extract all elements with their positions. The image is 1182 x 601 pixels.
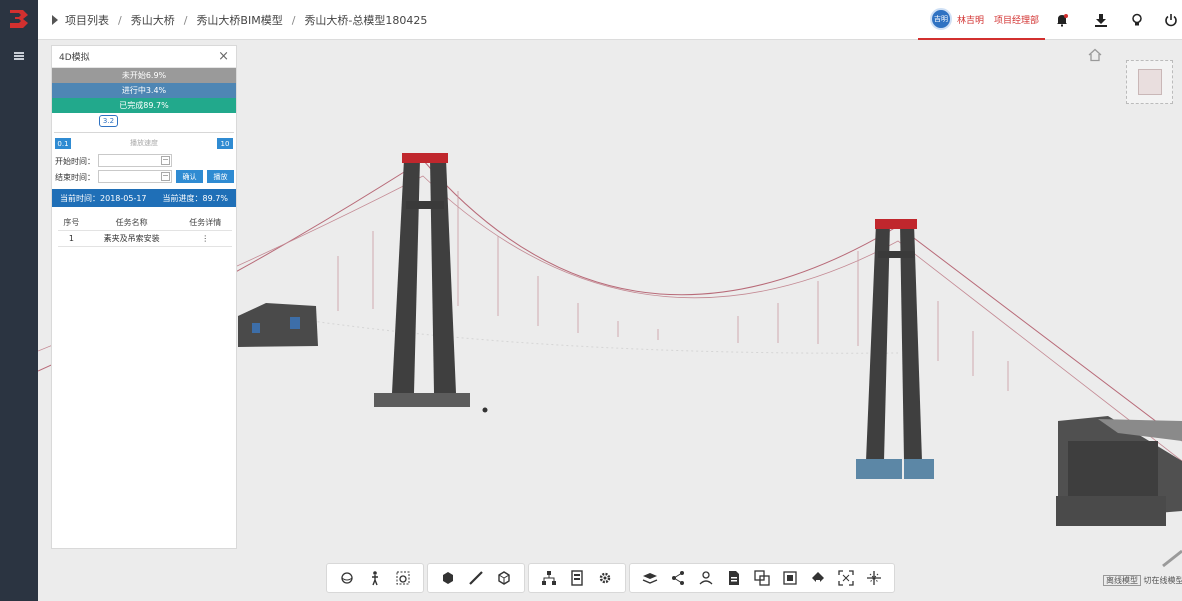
user-role: 项目经理部: [994, 15, 1040, 26]
app-logo[interactable]: [5, 6, 33, 32]
start-time-input[interactable]: [98, 154, 172, 167]
breadcrumb-item-current-model: 秀山大桥-总模型180425: [304, 14, 428, 27]
status-in-progress: 进行中3.4%: [52, 83, 236, 98]
top-bar: 项目列表 / 秀山大桥 / 秀山大桥BIM模型 / 秀山大桥-总模型180425…: [38, 0, 1182, 40]
model-point: [482, 407, 488, 413]
caret-right-icon: [52, 15, 58, 25]
current-progress: 当前进度：89.7%: [162, 193, 228, 203]
slider-handle[interactable]: 3.2: [99, 115, 118, 127]
orbit-icon[interactable]: [337, 568, 357, 588]
breadcrumb-separator: /: [183, 13, 188, 27]
compare-icon[interactable]: [752, 568, 772, 588]
fit-icon[interactable]: [836, 568, 856, 588]
timeline-slider[interactable]: 3.2: [52, 113, 236, 137]
play-button[interactable]: 播放: [207, 170, 234, 183]
cube-icon[interactable]: [780, 568, 800, 588]
document-icon[interactable]: [724, 568, 744, 588]
toolbar-group-extras: [629, 563, 895, 593]
start-time-row: 开始时间：: [52, 153, 236, 169]
speed-label: 播放速度: [130, 139, 158, 147]
toolbar-group-navigation: [326, 563, 424, 593]
settings-icon[interactable]: [595, 568, 615, 588]
measure-icon[interactable]: [466, 568, 486, 588]
fullscreen-icon[interactable]: [864, 568, 884, 588]
toolbar-group-model: [528, 563, 626, 593]
confirm-button[interactable]: 确认: [176, 170, 203, 183]
current-time: 当前时间：2018-05-17: [60, 193, 147, 203]
col-header-no: 序号: [58, 215, 85, 231]
breadcrumb: 项目列表 / 秀山大桥 / 秀山大桥BIM模型 / 秀山大桥-总模型180425: [52, 0, 427, 40]
avatar: 吉明: [930, 8, 952, 30]
table-row[interactable]: 1 素夹及吊索安装 ⋮: [58, 230, 232, 247]
more-icon[interactable]: ⋮: [178, 230, 232, 247]
model-tree-icon[interactable]: [539, 568, 559, 588]
start-time-label: 开始时间：: [55, 157, 95, 166]
end-time-row: 结束时间： 确认 播放: [52, 169, 236, 185]
toolbar-group-tools: [427, 563, 525, 593]
bulb-icon[interactable]: [1128, 11, 1146, 29]
end-time-label: 结束时间：: [55, 173, 95, 182]
task-table: 序号 任务名称 任务详情 1 素夹及吊索安装 ⋮: [58, 215, 232, 247]
online-model-link[interactable]: 切在线模型: [1144, 576, 1182, 585]
offline-model-link[interactable]: 离线模型: [1103, 575, 1141, 586]
status-unstarted: 未开始6.9%: [52, 68, 236, 83]
view-cube-face[interactable]: [1138, 69, 1162, 95]
viewer-toolbar: [326, 563, 895, 593]
col-header-name: 任务名称: [84, 215, 179, 231]
menu-toggle-icon[interactable]: [7, 49, 31, 63]
simulation-panel: 4D模拟 × 未开始6.9% 进行中3.4% 已完成89.7% 3.2 0.1 …: [51, 45, 237, 549]
download-icon[interactable]: [1092, 11, 1110, 29]
model-mode-links: 离线模型 切在线模型: [1103, 575, 1182, 586]
user-name: 林吉明: [957, 15, 985, 26]
end-time-input[interactable]: [98, 170, 172, 183]
zoom-window-icon[interactable]: [393, 568, 413, 588]
breadcrumb-item-bridge[interactable]: 秀山大桥: [131, 12, 175, 28]
share-icon[interactable]: [668, 568, 688, 588]
right-anchorage: [1056, 416, 1182, 526]
breadcrumb-item-project-list[interactable]: 项目列表: [65, 12, 109, 28]
panel-title: 4D模拟: [59, 53, 90, 63]
cell-name: 素夹及吊索安装: [84, 230, 179, 247]
power-icon[interactable]: [1162, 11, 1180, 29]
paint-icon[interactable]: [808, 568, 828, 588]
user-menu[interactable]: 吉明 林吉明 项目经理部: [918, 0, 1045, 40]
close-icon[interactable]: ×: [218, 49, 229, 64]
markup-icon[interactable]: [696, 568, 716, 588]
layers-icon[interactable]: [640, 568, 660, 588]
slider-track: [54, 132, 234, 133]
section-box-icon[interactable]: [494, 568, 514, 588]
cell-no: 1: [58, 230, 85, 247]
breadcrumb-separator: /: [291, 13, 296, 27]
explode-icon[interactable]: [438, 568, 458, 588]
breadcrumb-separator: /: [118, 13, 122, 27]
properties-icon[interactable]: [567, 568, 587, 588]
status-done: 已完成89.7%: [52, 98, 236, 113]
calendar-icon[interactable]: [161, 156, 170, 165]
current-status-bar: 当前时间：2018-05-17 当前进度：89.7%: [52, 189, 236, 207]
walk-icon[interactable]: [365, 568, 385, 588]
speed-row: 0.1 播放速度 10: [52, 137, 236, 153]
calendar-icon[interactable]: [161, 172, 170, 181]
view-cube[interactable]: [1126, 60, 1173, 104]
col-header-detail: 任务详情: [178, 215, 232, 231]
speed-max[interactable]: 10: [217, 138, 233, 149]
home-view-icon[interactable]: [1088, 48, 1102, 62]
left-rail: [0, 0, 38, 601]
panel-header: 4D模拟 ×: [52, 46, 236, 68]
bell-icon[interactable]: [1053, 11, 1071, 29]
breadcrumb-item-bim-model[interactable]: 秀山大桥BIM模型: [196, 12, 282, 28]
table-header-row: 序号 任务名称 任务详情: [58, 215, 232, 231]
logo-icon: [10, 10, 28, 28]
